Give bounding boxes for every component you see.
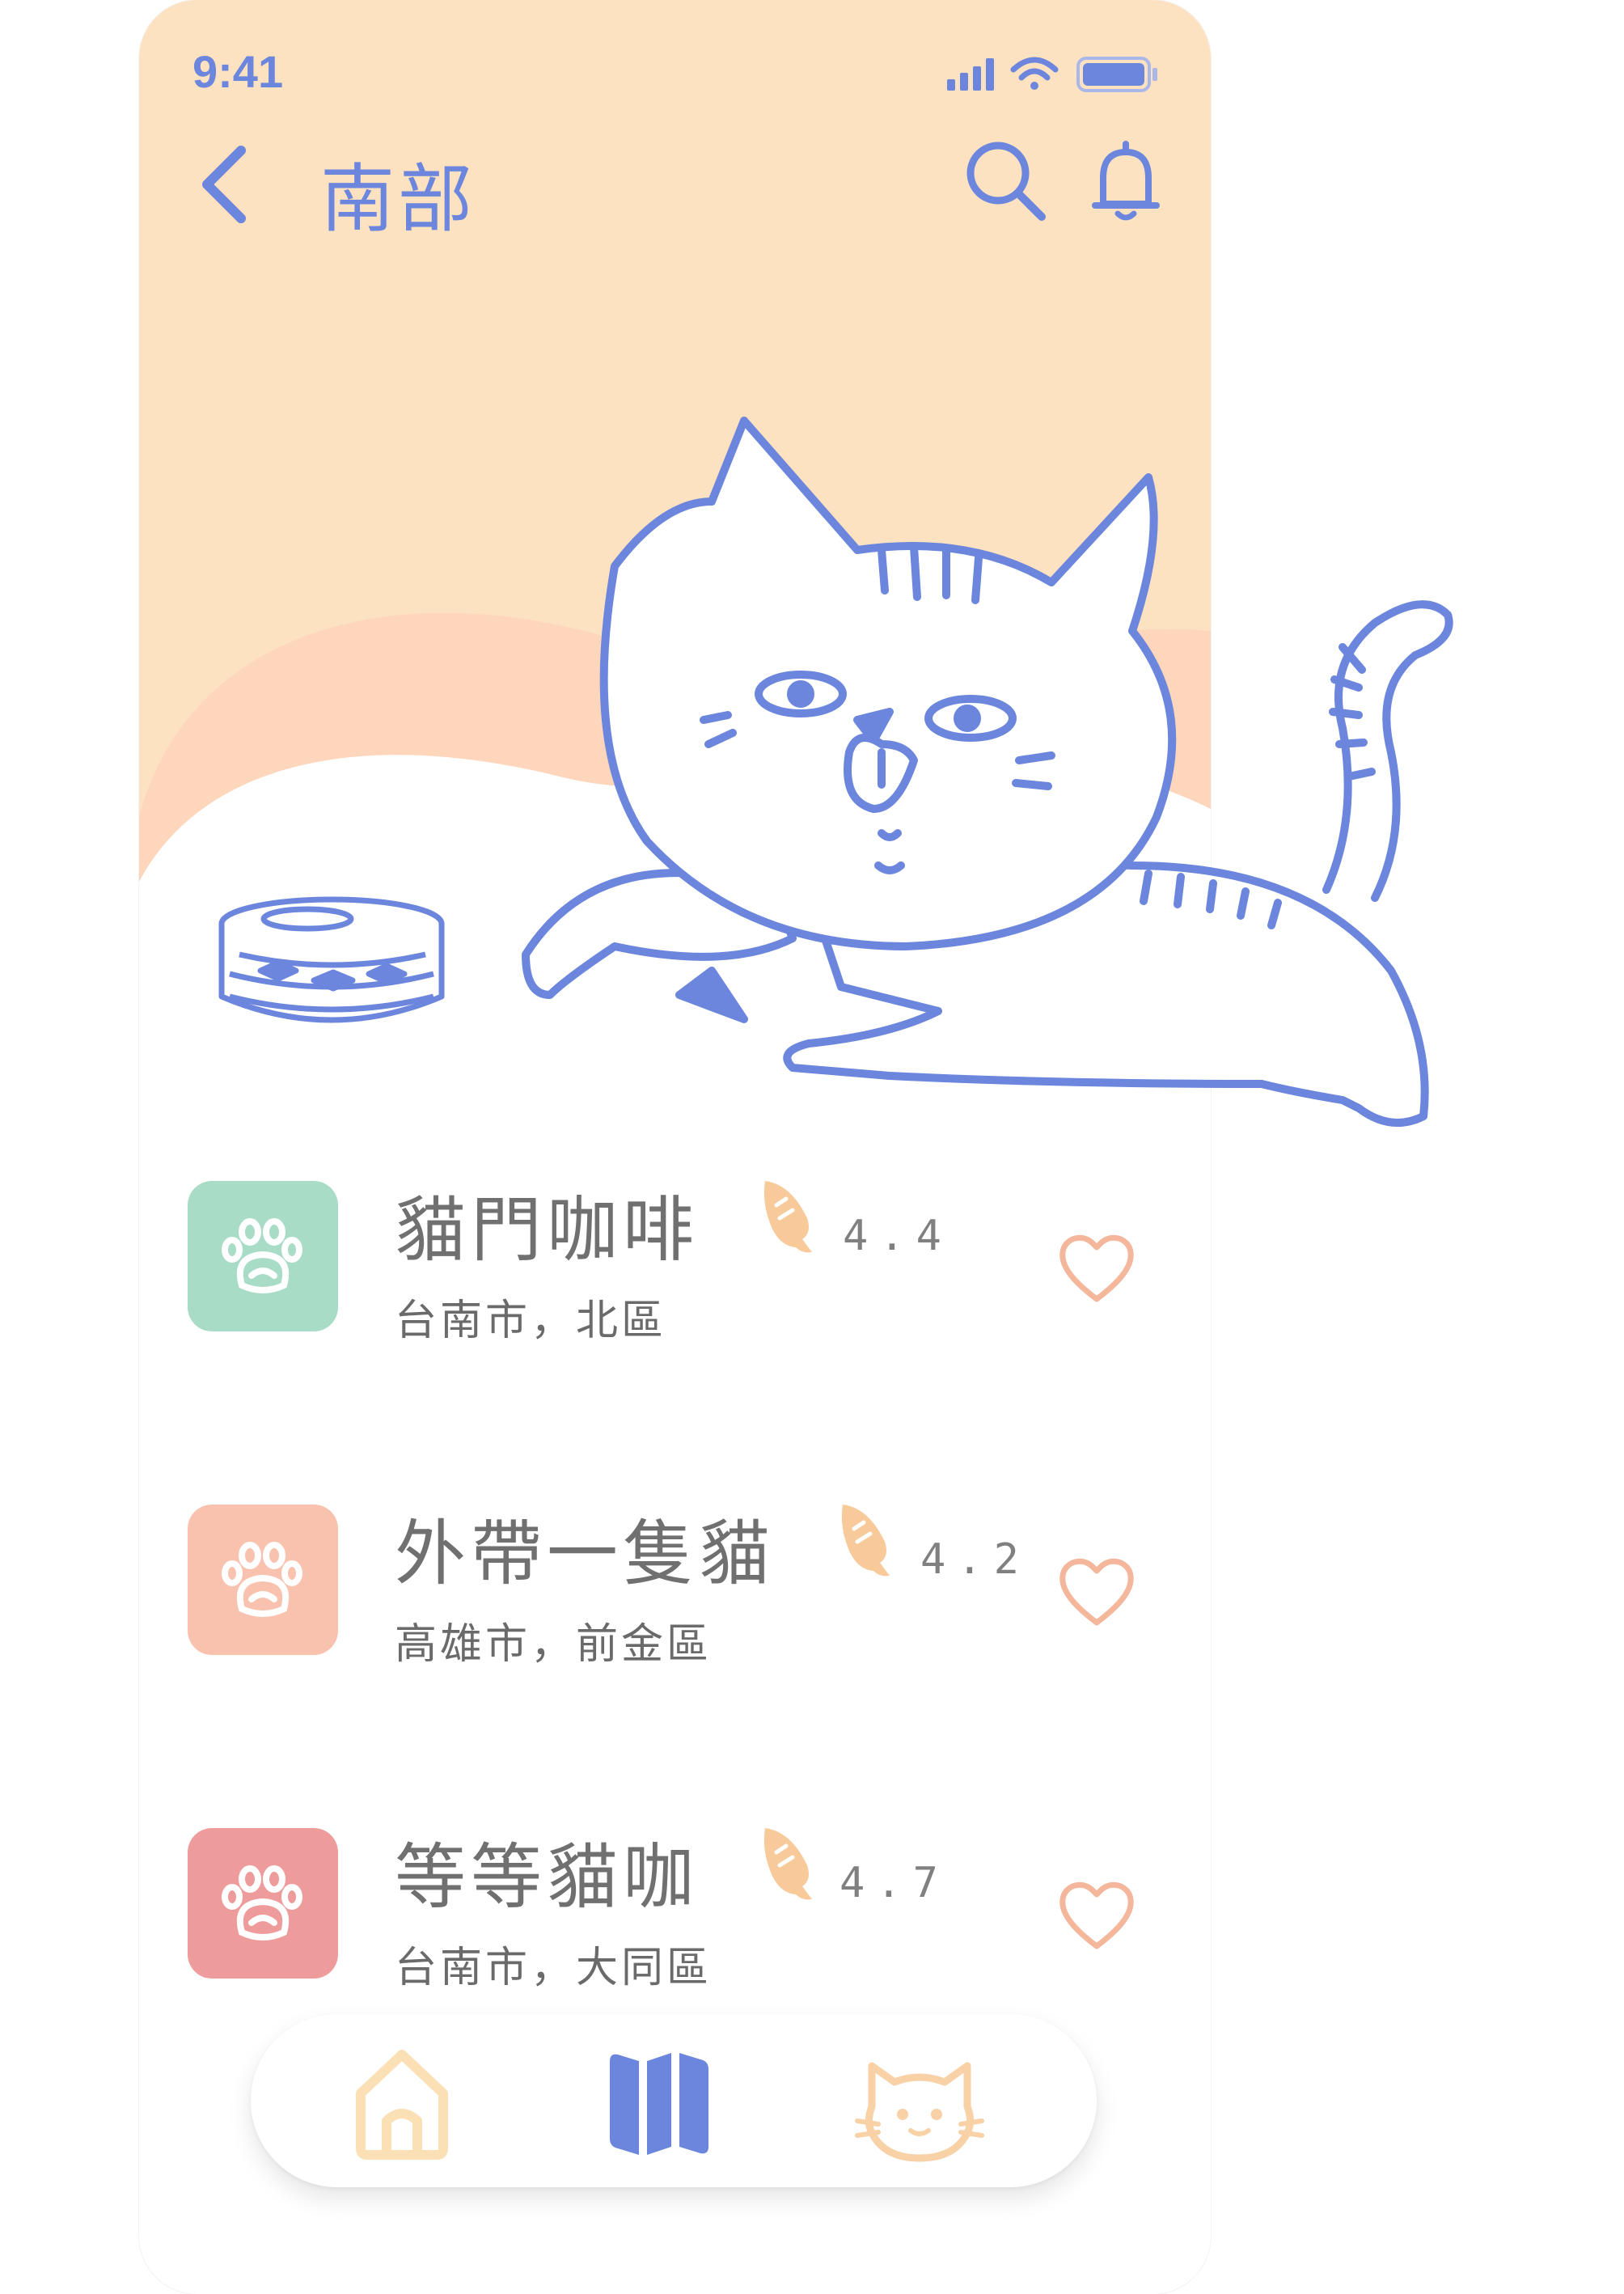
cafe-name: 等等貓咖: [395, 1835, 700, 1919]
wifi-icon: [1010, 57, 1059, 90]
bell-icon[interactable]: [1087, 136, 1165, 225]
status-icons: [947, 57, 1157, 92]
map-icon[interactable]: [590, 2037, 728, 2166]
heart-icon[interactable]: [1056, 1231, 1137, 1304]
fish-icon: [763, 1181, 812, 1253]
list-item[interactable]: 外帶一隻貓 4.2 高雄市，前金區: [139, 1496, 1211, 1707]
cafe-rating: 4.2: [920, 1535, 1030, 1584]
battery-icon: [1076, 57, 1157, 92]
back-button[interactable]: [194, 139, 259, 228]
cafe-location: 高雄市，前金區: [395, 1620, 713, 1669]
cafe-avatar: [188, 1828, 338, 1979]
cafe-location: 台南市，北區: [395, 1297, 667, 1345]
fish-icon: [841, 1505, 890, 1577]
paw-icon: [222, 1542, 302, 1617]
cafe-rating: 4.4: [843, 1212, 953, 1260]
page-title: 南部: [320, 156, 476, 243]
paw-icon: [222, 1865, 302, 1941]
phone-screen: 9:41 南部 貓門咖啡 4.4 台南市，北區 外帶一隻貓 4.2 高雄市，前金…: [139, 0, 1211, 2294]
home-icon[interactable]: [333, 2037, 471, 2166]
cafe-location: 台南市，大同區: [395, 1944, 713, 1992]
bottom-tab-bar: [251, 2014, 1097, 2187]
cafe-name: 貓門咖啡: [395, 1188, 700, 1272]
signal-icon: [947, 58, 994, 91]
heart-icon[interactable]: [1056, 1555, 1137, 1627]
status-time: 9:41: [192, 46, 284, 97]
hero-background: [139, 0, 1211, 1213]
list-item[interactable]: 等等貓咖 4.7 台南市，大同區: [139, 1820, 1211, 2030]
cafe-avatar: [188, 1505, 338, 1655]
paw-icon: [222, 1218, 302, 1293]
cafe-name: 外帶一隻貓: [395, 1512, 776, 1595]
cat-icon[interactable]: [851, 2037, 988, 2166]
search-icon[interactable]: [961, 136, 1050, 225]
cafe-rating: 4.7: [839, 1859, 949, 1907]
cafe-avatar: [188, 1181, 338, 1331]
heart-icon[interactable]: [1056, 1878, 1137, 1951]
fish-icon: [763, 1828, 812, 1900]
list-item[interactable]: 貓門咖啡 4.4 台南市，北區: [139, 1173, 1211, 1383]
